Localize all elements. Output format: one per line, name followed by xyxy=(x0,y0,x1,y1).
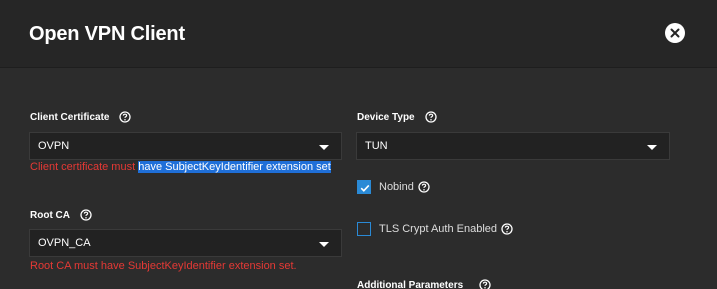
root-ca-label: Root CA xyxy=(30,209,92,221)
help-icon[interactable] xyxy=(479,279,491,289)
close-button[interactable] xyxy=(665,23,685,43)
nobind-checkbox[interactable]: Nobind xyxy=(357,180,430,194)
additional-parameters-label-text: Additional Parameters xyxy=(357,279,464,289)
chevron-down-icon xyxy=(319,145,329,150)
root-ca-error: Root CA must have SubjectKeyIdentifier e… xyxy=(30,260,297,272)
help-icon[interactable] xyxy=(80,209,92,221)
client-certificate-select[interactable]: OVPN xyxy=(29,132,342,160)
additional-parameters-label: Additional Parameters xyxy=(357,279,491,289)
close-icon xyxy=(670,28,680,38)
tls-crypt-auth-checkbox[interactable]: TLS Crypt Auth Enabled xyxy=(357,222,513,236)
tls-crypt-auth-label: TLS Crypt Auth Enabled xyxy=(379,223,498,235)
root-ca-label-text: Root CA xyxy=(30,209,70,221)
checkmark-icon xyxy=(360,184,370,192)
root-ca-value: OVPN_CA xyxy=(38,237,91,249)
client-certificate-value: OVPN xyxy=(38,140,70,152)
device-type-value: TUN xyxy=(365,140,388,152)
tls-crypt-auth-checkbox-box[interactable] xyxy=(357,222,371,236)
device-type-label-text: Device Type xyxy=(357,111,415,123)
device-type-label: Device Type xyxy=(357,111,437,123)
chevron-down-icon xyxy=(319,242,329,247)
help-icon[interactable] xyxy=(501,223,513,235)
nobind-checkbox-box[interactable] xyxy=(357,180,371,194)
help-icon[interactable] xyxy=(424,111,437,123)
root-ca-select[interactable]: OVPN_CA xyxy=(29,229,342,257)
help-icon[interactable] xyxy=(119,111,132,123)
dialog-title: Open VPN Client xyxy=(29,23,185,45)
client-certificate-error: Client certificate must have SubjectKeyI… xyxy=(30,161,331,173)
client-certificate-label: Client Certificate xyxy=(30,111,132,123)
device-type-select[interactable]: TUN xyxy=(356,132,670,160)
client-certificate-error-highlight: have SubjectKeyIdentifier extension set xyxy=(138,161,331,173)
client-certificate-label-text: Client Certificate xyxy=(30,111,110,123)
dialog-header: Open VPN Client xyxy=(0,0,717,68)
help-icon[interactable] xyxy=(418,181,430,193)
nobind-label: Nobind xyxy=(379,181,414,193)
chevron-down-icon xyxy=(647,145,657,150)
client-certificate-error-prefix: Client certificate must xyxy=(30,161,139,173)
